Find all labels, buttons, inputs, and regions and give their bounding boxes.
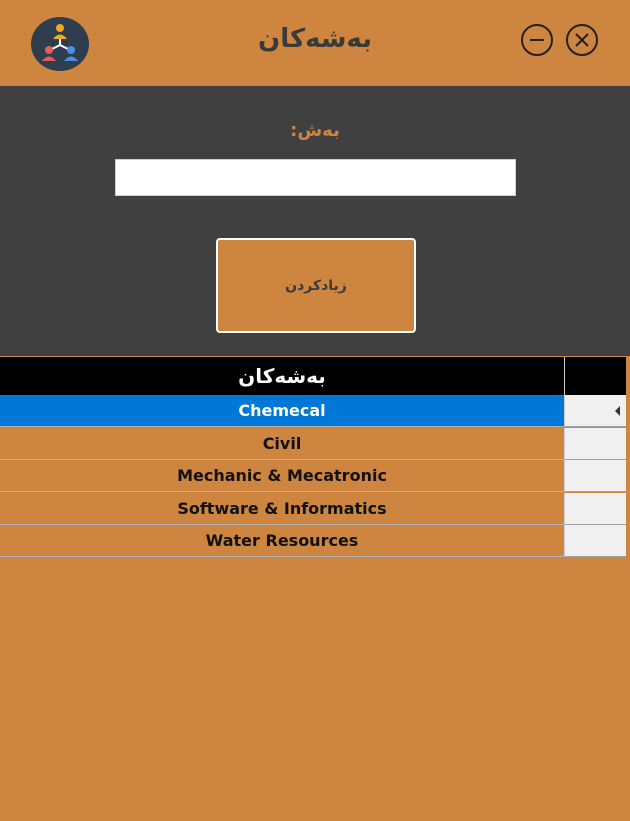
table-row[interactable]: Mechanic & Mecatronic [0,460,564,492]
minus-circle-icon [521,24,553,56]
row-header-selector[interactable] [564,460,626,492]
window-edge [626,357,630,821]
table-row[interactable]: Water Resources [0,525,564,557]
table-row[interactable]: Civil [0,428,564,460]
department-field-label: بەش: [290,120,340,141]
department-form-panel: بەش: زیادکردن [0,86,630,356]
title-bar[interactable]: بەشەکان [0,0,630,86]
close-button[interactable] [565,23,599,57]
department-name-input[interactable] [115,159,516,196]
row-header-selector[interactable] [564,395,626,427]
row-header-selector[interactable] [564,428,626,460]
add-button[interactable]: زیادکردن [216,238,416,333]
row-header-selector[interactable] [564,525,626,557]
row-header-selector[interactable] [564,493,626,525]
current-row-arrow-icon [615,406,620,416]
departments-column-header[interactable]: بەشەکان [0,357,564,395]
departments-window: بەشەکان بەش: زیادکردن بەشەکان Chemecal C… [0,0,630,821]
table-row[interactable]: Chemecal [0,395,564,427]
minimize-button[interactable] [520,23,554,57]
x-circle-icon [566,24,598,56]
table-row[interactable]: Software & Informatics [0,493,564,525]
grid-corner-header [564,357,626,395]
